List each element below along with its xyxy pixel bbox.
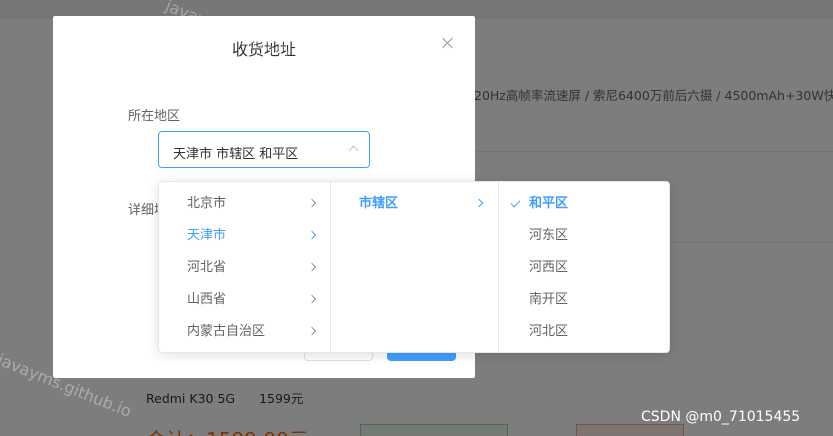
option-label: 天津市 [187, 228, 227, 243]
option-label: 山西省 [187, 292, 227, 307]
city-option-selected[interactable]: 市辖区 [331, 188, 498, 220]
city-menu: 市辖区 [331, 182, 499, 352]
option-label: 市辖区 [359, 196, 399, 211]
district-option[interactable]: 南开区 [499, 284, 669, 316]
option-label: 河东区 [529, 228, 569, 243]
option-label: 和平区 [529, 196, 569, 211]
region-cascader[interactable]: 天津市 市辖区 和平区 [158, 131, 370, 168]
option-label: 内蒙古自治区 [187, 324, 266, 339]
option-label: 南开区 [529, 292, 569, 307]
csdn-watermark: CSDN @m0_71015455 [641, 409, 801, 425]
district-option[interactable]: 河西区 [499, 252, 669, 284]
option-label: 河北省 [187, 260, 227, 275]
province-option[interactable]: 山西省 [159, 284, 330, 316]
chevron-right-icon [307, 326, 317, 336]
cascader-value: 天津市 市辖区 和平区 [173, 147, 299, 162]
province-option[interactable]: 北京市 [159, 188, 330, 220]
chevron-up-icon [348, 145, 359, 156]
district-option-selected[interactable]: 和平区 [499, 188, 669, 220]
province-menu: 北京市 天津市 河北省 山西省 内蒙古自治区 [159, 182, 331, 352]
chevron-right-icon [307, 198, 317, 208]
district-menu: 和平区 河东区 河西区 南开区 河北区 [499, 182, 669, 352]
option-label: 河西区 [529, 260, 569, 275]
region-label: 所在地区 [128, 109, 181, 124]
close-icon[interactable] [441, 36, 455, 50]
district-option[interactable]: 河北区 [499, 316, 669, 348]
chevron-right-icon [474, 198, 484, 208]
chevron-right-icon [307, 294, 317, 304]
province-option[interactable]: 河北省 [159, 252, 330, 284]
cascader-dropdown: 北京市 天津市 河北省 山西省 内蒙古自治区 市辖区 和平区 河东区 河西区 南… [158, 181, 670, 353]
province-option[interactable]: 内蒙古自治区 [159, 316, 330, 348]
chevron-right-icon [307, 262, 317, 272]
check-icon [510, 197, 521, 208]
option-label: 河北区 [529, 324, 569, 339]
district-option[interactable]: 河东区 [499, 220, 669, 252]
province-option-selected[interactable]: 天津市 [159, 220, 330, 252]
chevron-right-icon [307, 230, 317, 240]
option-label: 北京市 [187, 196, 227, 211]
